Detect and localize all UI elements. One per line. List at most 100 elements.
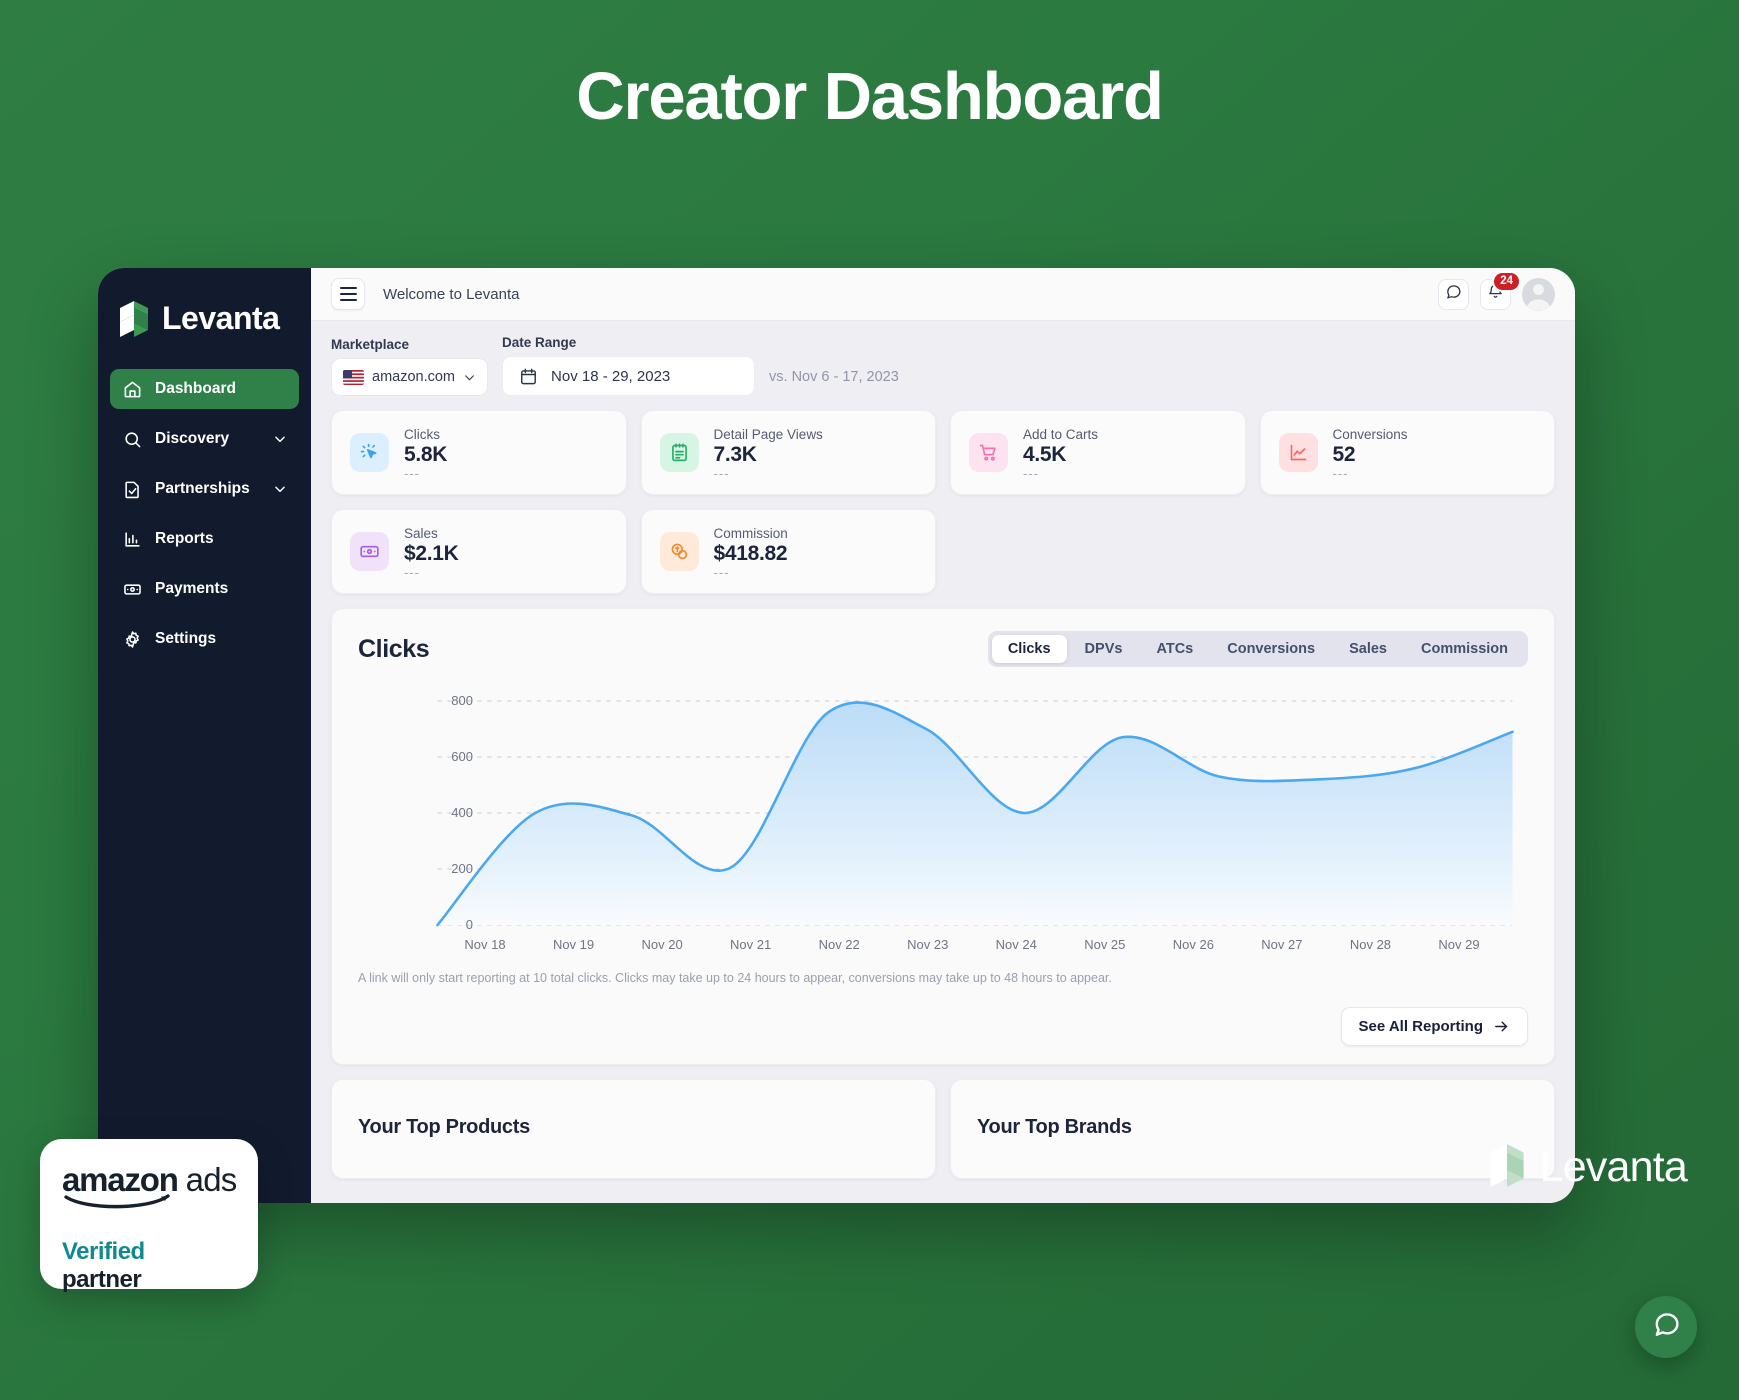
document-check-icon xyxy=(122,479,142,499)
chart-card: Clicks Clicks DPVs ATCs Conversions Sale… xyxy=(331,608,1555,1065)
coins-icon xyxy=(659,532,699,571)
footer-brand-name: Levanta xyxy=(1539,1143,1688,1191)
chat-bubble-icon xyxy=(1445,283,1462,305)
kpi-delta: --- xyxy=(713,465,730,481)
kpi-label: Conversions xyxy=(1332,426,1408,442)
banknote-icon xyxy=(122,579,142,599)
date-range-picker[interactable]: Nov 18 - 29, 2023 xyxy=(502,356,756,396)
topbar: Welcome to Levanta 24 xyxy=(311,268,1575,321)
sidebar-item-dashboard[interactable]: Dashboard xyxy=(110,369,299,409)
marketplace-label: Marketplace xyxy=(331,337,410,352)
sidebar-item-label: Payments xyxy=(155,580,229,597)
welcome-text: Welcome to Levanta xyxy=(383,285,520,303)
ads-wordmark: ads xyxy=(185,1161,238,1198)
tab-dpvs[interactable]: DPVs xyxy=(1069,635,1139,663)
bar-chart-icon xyxy=(122,529,142,549)
chart-header: Clicks Clicks DPVs ATCs Conversions Sale… xyxy=(358,631,1528,667)
chat-support-button[interactable] xyxy=(1635,1296,1697,1358)
brand-logo: Levanta xyxy=(98,296,311,337)
chat-bubble-icon xyxy=(1652,1310,1681,1344)
levanta-logo-icon xyxy=(1488,1143,1526,1192)
chart-title: Clicks xyxy=(358,634,430,663)
line-chart-icon xyxy=(1278,433,1318,472)
tab-commission[interactable]: Commission xyxy=(1405,635,1524,663)
dashboard-content: Marketplace amazon.com Date Range Nov 18… xyxy=(311,321,1575,1203)
clicks-area-chart[interactable]: 0 200 400 600 800 Nov 18 Nov 19 Nov 20 Nov 21 No… xyxy=(358,677,1528,967)
tab-atcs[interactable]: ATCs xyxy=(1140,635,1209,663)
kpi-card-conversions[interactable]: Conversions 52 --- xyxy=(1259,410,1555,495)
see-all-reporting-button[interactable]: See All Reporting xyxy=(1340,1007,1528,1046)
sidebar-item-reports[interactable]: Reports xyxy=(110,519,299,559)
arrow-right-icon xyxy=(1493,1018,1510,1035)
tab-sales[interactable]: Sales xyxy=(1333,635,1403,663)
chevron-down-icon xyxy=(463,371,476,384)
sidebar-item-label: Partnerships xyxy=(155,480,250,497)
home-icon xyxy=(122,379,142,399)
main-panel: Welcome to Levanta 24 Marketplace amazon… xyxy=(311,268,1575,1203)
shopping-cart-icon xyxy=(969,433,1008,472)
tab-conversions[interactable]: Conversions xyxy=(1211,635,1331,663)
top-products-title: Your Top Products xyxy=(358,1116,530,1138)
kpi-card-commission[interactable]: Commission $418.82 --- xyxy=(640,509,936,594)
verified-label: Verified xyxy=(62,1238,145,1265)
chart-svg xyxy=(358,700,1528,967)
kpi-value: $2.1K xyxy=(404,541,459,565)
marketplace-filter: Marketplace amazon.com xyxy=(331,337,489,396)
top-brands-title: Your Top Brands xyxy=(977,1116,1132,1138)
filters-row: Marketplace amazon.com Date Range Nov 18… xyxy=(331,335,1555,396)
hamburger-bar xyxy=(339,286,357,289)
sidebar-item-partnerships[interactable]: Partnerships xyxy=(110,469,299,509)
kpi-card-clicks[interactable]: Clicks 5.8K --- xyxy=(331,410,627,495)
sidebar-item-label: Discovery xyxy=(155,430,230,447)
kpi-label: Add to Carts xyxy=(1023,426,1099,442)
kpi-value: $418.82 xyxy=(713,541,788,565)
sidebar-item-discovery[interactable]: Discovery xyxy=(110,419,299,459)
sidebar: Levanta Dashboard Discovery Partnerships… xyxy=(98,268,311,1203)
search-icon xyxy=(122,429,142,449)
kpi-value: 52 xyxy=(1332,442,1356,466)
kpi-label: Clicks xyxy=(404,426,440,442)
partner-label: partner xyxy=(62,1266,142,1293)
calendar-icon xyxy=(519,367,538,386)
sidebar-item-settings[interactable]: Settings xyxy=(110,619,299,659)
us-flag-icon xyxy=(343,369,364,385)
top-brands-card: Your Top Brands xyxy=(950,1079,1555,1179)
notification-badge: 24 xyxy=(1492,270,1521,292)
app-window: Levanta Dashboard Discovery Partnerships… xyxy=(98,268,1575,1203)
brand-name: Levanta xyxy=(162,300,280,336)
amazon-ads-wordmark: amazon ads xyxy=(62,1161,238,1199)
kpi-delta: --- xyxy=(404,564,420,580)
sidebar-item-label: Dashboard xyxy=(155,380,236,397)
kpi-delta: --- xyxy=(1023,465,1039,481)
comparison-period-text: vs. Nov 6 - 17, 2023 xyxy=(769,369,899,385)
kpi-delta: --- xyxy=(713,564,730,580)
kpi-label: Commission xyxy=(713,525,788,541)
amazon-ads-verified-partner-badge: amazon ads Verified partner xyxy=(40,1139,258,1293)
hamburger-bar xyxy=(339,299,357,302)
topbar-actions: 24 xyxy=(1438,270,1555,311)
marketplace-select[interactable]: amazon.com xyxy=(331,358,489,396)
avatar[interactable] xyxy=(1522,277,1555,311)
chat-button[interactable] xyxy=(1438,278,1469,310)
kpi-card-sales[interactable]: Sales $2.1K --- xyxy=(331,509,627,594)
bottom-cards: Your Top Products Your Top Brands xyxy=(331,1079,1555,1179)
menu-toggle-button[interactable] xyxy=(331,278,365,310)
chart-footnote: A link will only start reporting at 10 t… xyxy=(358,971,1112,985)
kpi-delta: --- xyxy=(404,465,420,481)
notifications-button[interactable]: 24 xyxy=(1480,270,1521,310)
kpi-label: Detail Page Views xyxy=(713,426,823,442)
date-range-filter: Date Range Nov 18 - 29, 2023 xyxy=(502,335,756,396)
chevron-down-icon xyxy=(273,432,287,446)
kpi-card-add-to-carts[interactable]: Add to Carts 4.5K --- xyxy=(950,410,1246,495)
chevron-down-icon xyxy=(273,482,287,496)
sidebar-item-label: Settings xyxy=(155,630,217,647)
tab-clicks[interactable]: Clicks xyxy=(991,635,1067,663)
sidebar-item-payments[interactable]: Payments xyxy=(110,569,299,609)
sidebar-nav: Dashboard Discovery Partnerships Reports… xyxy=(98,369,311,659)
kpi-value: 5.8K xyxy=(404,442,448,466)
cursor-click-icon xyxy=(350,433,389,472)
kpi-card-detail-page-views[interactable]: Detail Page Views 7.3K --- xyxy=(640,410,936,495)
kpi-label: Sales xyxy=(404,525,438,541)
clipboard-icon xyxy=(659,433,699,472)
levanta-logo-icon xyxy=(118,300,150,337)
